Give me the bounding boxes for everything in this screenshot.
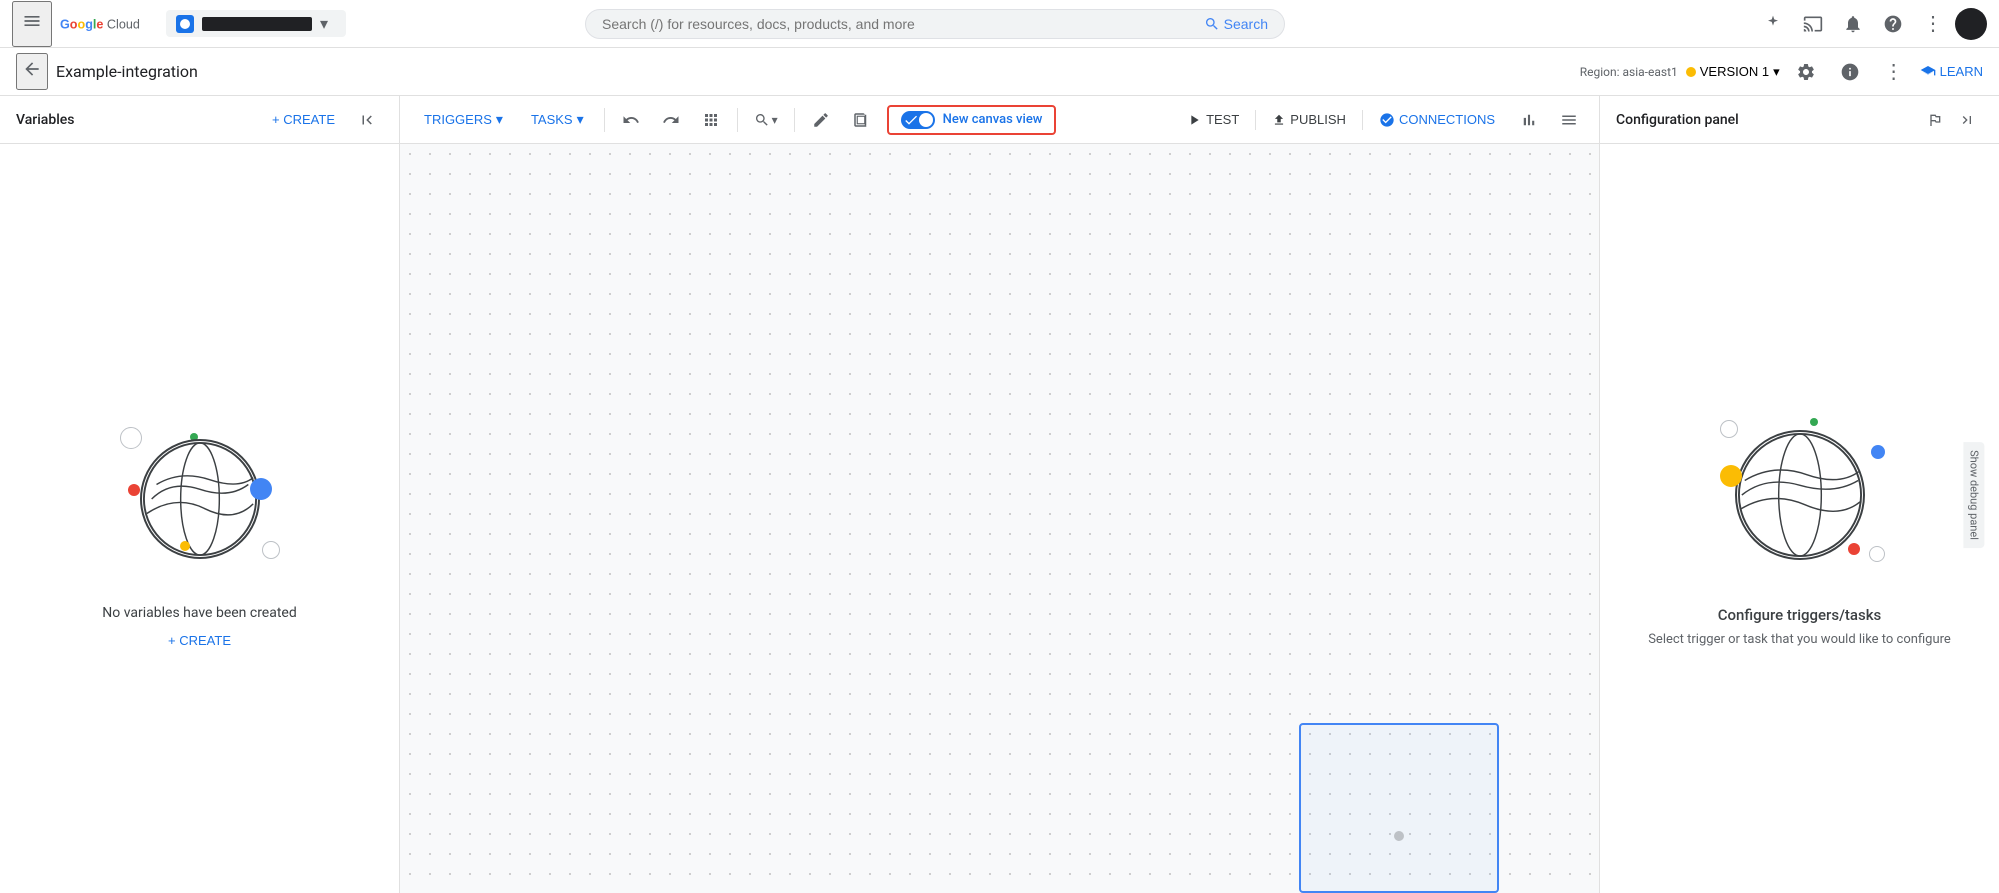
version-button[interactable]: VERSION 1 ▾ [1686,64,1780,80]
search-bar[interactable]: Search [585,9,1285,39]
connect-nodes-button[interactable] [693,102,729,138]
show-debug-panel-tab[interactable]: Show debug panel [1964,442,1985,548]
canvas-area: TRIGGERS ▾ TASKS ▾ [400,96,1599,893]
version-status-dot [1686,67,1696,77]
toolbar-divider-2 [737,108,738,132]
config-yellow-dot [1720,465,1742,487]
config-panel-heading: Configure triggers/tasks [1718,606,1882,624]
config-outline-dot-1 [1720,420,1738,438]
variables-panel-header: Variables + CREATE [0,96,399,144]
sub-nav: Example-integration Region: asia-east1 V… [0,48,1999,96]
divider [1255,110,1256,130]
more-options-button[interactable]: ⋮ [1915,6,1951,42]
help-button[interactable] [1875,6,1911,42]
outline-dot-2 [262,541,280,559]
config-green-dot [1810,418,1818,426]
variables-title: Variables [16,112,256,128]
top-nav: Google Cloud ▾ Search [0,0,1999,48]
config-blue-dot [1871,445,1885,459]
create-variable-button[interactable]: + CREATE [168,633,231,648]
pin-panel-button[interactable] [1919,104,1951,136]
undo-button[interactable] [613,102,649,138]
svg-text:Google Cloud: Google Cloud [60,17,140,31]
canvas-node-handle [1394,831,1404,841]
main-layout: Variables + CREATE [0,96,1999,893]
test-button[interactable]: TEST [1174,108,1251,132]
collapse-panel-button[interactable] [351,104,383,136]
settings-button[interactable] [1788,54,1824,90]
cast-button[interactable] [1795,6,1831,42]
back-button[interactable] [16,53,48,90]
globe-circle [140,439,260,559]
info-button[interactable] [1832,54,1868,90]
canvas-menu-button[interactable] [1551,102,1587,138]
gemini-button[interactable] [1755,6,1791,42]
learn-button[interactable]: LEARN [1920,64,1983,80]
divider-2 [1362,110,1363,130]
config-panel-subtext: Select trigger or task that you would li… [1648,632,1951,647]
new-canvas-label: New canvas view [943,112,1043,127]
config-panel-header: Configuration panel [1600,96,1999,144]
notifications-button[interactable] [1835,6,1871,42]
config-panel-content: Configure triggers/tasks Select trigger … [1600,144,1999,893]
config-panel-title: Configuration panel [1616,112,1919,128]
config-red-dot [1848,543,1860,555]
toggle-switch[interactable] [901,111,935,129]
redo-button[interactable] [653,102,689,138]
empty-illustration [100,389,300,589]
empty-state-text: No variables have been created [102,605,297,621]
sub-nav-more-button[interactable]: ⋮ [1876,54,1912,90]
variables-panel: Variables + CREATE [0,96,400,893]
config-illustration [1700,390,1900,590]
red-dot [128,484,140,496]
page-title: Example-integration [56,62,1572,81]
test-publish-bar: TEST PUBLISH CONNECTIONS [1174,102,1587,138]
variables-empty-state: No variables have been created + CREATE [0,144,399,893]
edit-button[interactable] [803,102,839,138]
config-globe-circle [1735,430,1865,560]
menu-icon[interactable] [12,1,52,47]
variables-create-button[interactable]: + CREATE [264,106,343,133]
project-selector[interactable]: ▾ [166,10,346,37]
blue-dot [250,478,272,500]
triggers-button[interactable]: TRIGGERS ▾ [412,105,515,134]
region-badge: Region: asia-east1 [1580,65,1678,79]
toolbar-divider-1 [604,108,605,132]
zoom-button[interactable]: ▾ [746,108,786,132]
tasks-button[interactable]: TASKS ▾ [519,105,596,134]
analytics-button[interactable] [1511,102,1547,138]
canvas-toolbar: TRIGGERS ▾ TASKS ▾ [400,96,1599,144]
nav-icons: ⋮ [1755,6,1987,42]
canvas-content[interactable] [400,144,1599,893]
config-panel: Configuration panel [1599,96,1999,893]
publish-button[interactable]: PUBLISH [1260,108,1358,131]
toolbar-divider-3 [794,108,795,132]
canvas-view-toggle-button[interactable] [843,102,879,138]
search-button[interactable]: Search [1204,16,1268,32]
collapse-config-button[interactable] [1951,104,1983,136]
new-canvas-view-toggle[interactable]: New canvas view [887,105,1057,135]
connections-button[interactable]: CONNECTIONS [1367,108,1507,132]
user-avatar[interactable] [1955,8,1987,40]
search-input[interactable] [602,16,1196,32]
google-cloud-logo: Google Cloud [60,14,150,34]
outline-dot-1 [120,427,142,449]
canvas-node-element[interactable] [1299,723,1499,893]
config-outline-dot-2 [1869,546,1885,562]
yellow-dot [180,541,190,551]
